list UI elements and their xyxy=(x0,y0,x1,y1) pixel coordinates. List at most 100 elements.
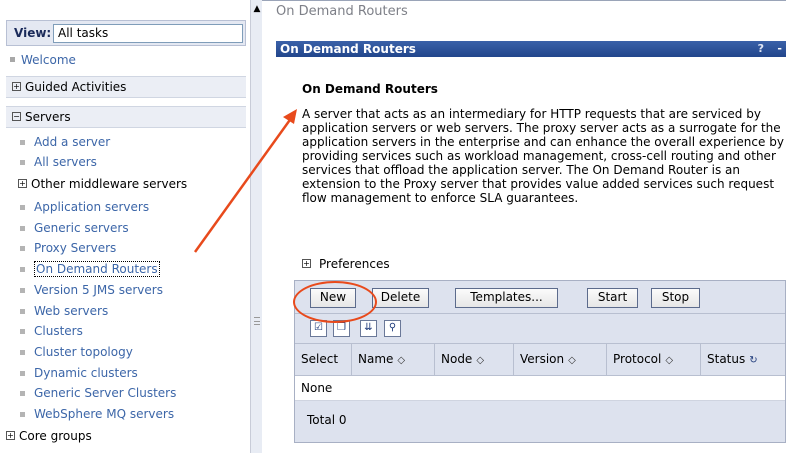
nav-generic-server-clusters-label: Generic Server Clusters xyxy=(34,386,177,400)
top-divider xyxy=(262,0,786,1)
nav-scrollbar[interactable]: ▲ xyxy=(250,0,262,453)
preferences-toggle[interactable]: + Preferences xyxy=(302,257,390,271)
nav-application-servers-label: Application servers xyxy=(34,200,150,214)
col-status[interactable]: Status ↻ xyxy=(701,344,785,376)
bullet-icon xyxy=(10,57,15,62)
panel-bar-title: On Demand Routers xyxy=(280,42,416,56)
start-button[interactable]: Start xyxy=(587,288,638,308)
bullet-icon xyxy=(20,160,25,165)
refresh-icon[interactable]: ↻ xyxy=(749,345,757,376)
help-icon[interactable]: ? xyxy=(758,42,764,55)
bullet-icon xyxy=(20,226,25,231)
nav-add-server[interactable]: Add a server xyxy=(20,135,110,149)
bullet-icon xyxy=(20,350,25,355)
col-version-label: Version xyxy=(520,352,565,366)
col-version[interactable]: Version ◇ xyxy=(514,344,607,376)
show-filter-icon[interactable]: ⇊ xyxy=(360,320,377,337)
nav-guided-activities-label: Guided Activities xyxy=(25,80,127,94)
nav-all-servers-label: All servers xyxy=(34,155,97,169)
col-node-label: Node xyxy=(441,352,473,366)
sort-icon[interactable]: ◇ xyxy=(568,345,576,376)
col-status-label: Status xyxy=(707,352,746,366)
nav-generic-server-clusters[interactable]: Generic Server Clusters xyxy=(20,386,177,400)
page-title: On Demand Routers xyxy=(302,82,438,96)
nav-proxy-servers[interactable]: Proxy Servers xyxy=(20,241,117,255)
nav-web-servers-label: Web servers xyxy=(34,304,109,318)
nav-dynamic-clusters[interactable]: Dynamic clusters xyxy=(20,366,138,380)
bullet-icon xyxy=(20,205,25,210)
view-label: View: xyxy=(14,26,52,40)
nav-v5-jms-servers-label: Version 5 JMS servers xyxy=(34,283,163,297)
bullet-icon xyxy=(20,329,25,334)
nav-generic-servers-label: Generic servers xyxy=(34,221,129,235)
nav-dynamic-clusters-label: Dynamic clusters xyxy=(34,366,138,380)
expand-icon[interactable]: + xyxy=(6,431,15,440)
nav-core-groups-label: Core groups xyxy=(19,429,92,443)
expand-icon[interactable]: + xyxy=(12,82,21,91)
nav-servers-label: Servers xyxy=(25,110,71,124)
nav-proxy-servers-label: Proxy Servers xyxy=(34,241,117,255)
col-select: Select xyxy=(295,344,352,376)
nav-websphere-mq-servers-label: WebSphere MQ servers xyxy=(34,407,175,421)
col-protocol-label: Protocol xyxy=(613,352,662,366)
nav-websphere-mq-servers[interactable]: WebSphere MQ servers xyxy=(20,407,175,421)
nav-v5-jms-servers[interactable]: Version 5 JMS servers xyxy=(20,283,163,297)
panel-title-bar: On Demand Routers ? - xyxy=(276,41,786,57)
sort-icon[interactable]: ◇ xyxy=(665,345,673,376)
nav-on-demand-routers-label: On Demand Routers xyxy=(34,261,160,277)
nav-generic-servers[interactable]: Generic servers xyxy=(20,221,129,235)
minimize-icon[interactable]: - xyxy=(777,42,782,55)
templates-button[interactable]: Templates... xyxy=(455,288,558,308)
nav-other-middleware-label: Other middleware servers xyxy=(31,177,188,191)
nav-core-groups[interactable]: + Core groups xyxy=(6,429,92,443)
nav-clusters[interactable]: Clusters xyxy=(20,324,83,338)
nav-other-middleware[interactable]: + Other middleware servers xyxy=(18,177,188,191)
breadcrumb[interactable]: On Demand Routers xyxy=(276,4,408,19)
expand-icon[interactable]: + xyxy=(302,259,311,268)
sort-icon[interactable]: ◇ xyxy=(397,345,405,376)
bullet-icon xyxy=(20,371,25,376)
bullet-icon xyxy=(20,246,25,251)
scroll-grip-icon[interactable] xyxy=(254,317,260,325)
col-protocol[interactable]: Protocol ◇ xyxy=(607,344,701,376)
deselect-all-icon[interactable]: ❐ xyxy=(333,320,350,337)
nav-on-demand-routers[interactable]: On Demand Routers xyxy=(20,261,160,277)
sort-icon[interactable]: ◇ xyxy=(476,345,484,376)
collapse-icon[interactable]: − xyxy=(12,112,21,121)
bullet-icon xyxy=(20,412,25,417)
table-header: Select Name ◇ Node ◇ Version ◇ Protocol ◇ St… xyxy=(295,344,785,376)
nav-servers[interactable]: − Servers xyxy=(6,106,246,128)
preferences-label: Preferences xyxy=(319,257,390,271)
col-name-label: Name xyxy=(358,352,394,366)
scroll-up-icon[interactable]: ▲ xyxy=(252,3,262,15)
nav-all-servers[interactable]: All servers xyxy=(20,155,97,169)
bullet-icon xyxy=(20,140,25,145)
stop-button[interactable]: Stop xyxy=(651,288,700,308)
col-select-label: Select xyxy=(301,352,339,366)
button-toolbar: New Delete Templates... Start Stop xyxy=(295,281,785,314)
select-all-icon[interactable]: ☑ xyxy=(310,320,327,337)
nav-cluster-topology[interactable]: Cluster topology xyxy=(20,345,133,359)
table-total: Total 0 xyxy=(295,401,785,442)
col-name[interactable]: Name ◇ xyxy=(352,344,435,376)
nav-guided-activities[interactable]: + Guided Activities xyxy=(6,76,246,98)
table-empty-row: None xyxy=(295,376,785,401)
nav-web-servers[interactable]: Web servers xyxy=(20,304,109,318)
nav-welcome-label: Welcome xyxy=(21,53,76,67)
nav-welcome[interactable]: Welcome xyxy=(6,53,246,67)
bullet-icon xyxy=(20,267,25,272)
nav-clusters-label: Clusters xyxy=(34,324,83,338)
view-filter: View: All tasks xyxy=(6,20,246,46)
nav-cluster-topology-label: Cluster topology xyxy=(34,345,133,359)
page-description: A server that acts as an intermediary fo… xyxy=(302,107,784,205)
view-select[interactable]: All tasks xyxy=(53,24,243,43)
navigation-tree: View: All tasks Welcome + Guided Activiti… xyxy=(0,0,250,453)
nav-application-servers[interactable]: Application servers xyxy=(20,200,150,214)
expand-icon[interactable]: + xyxy=(18,179,27,188)
col-node[interactable]: Node ◇ xyxy=(435,344,514,376)
delete-button[interactable]: Delete xyxy=(372,288,429,308)
bullet-icon xyxy=(20,309,25,314)
icon-toolbar: ☑ ❐ ⇊ ⚲ xyxy=(295,314,785,344)
hide-filter-icon[interactable]: ⚲ xyxy=(384,320,401,337)
new-button[interactable]: New xyxy=(310,288,356,308)
